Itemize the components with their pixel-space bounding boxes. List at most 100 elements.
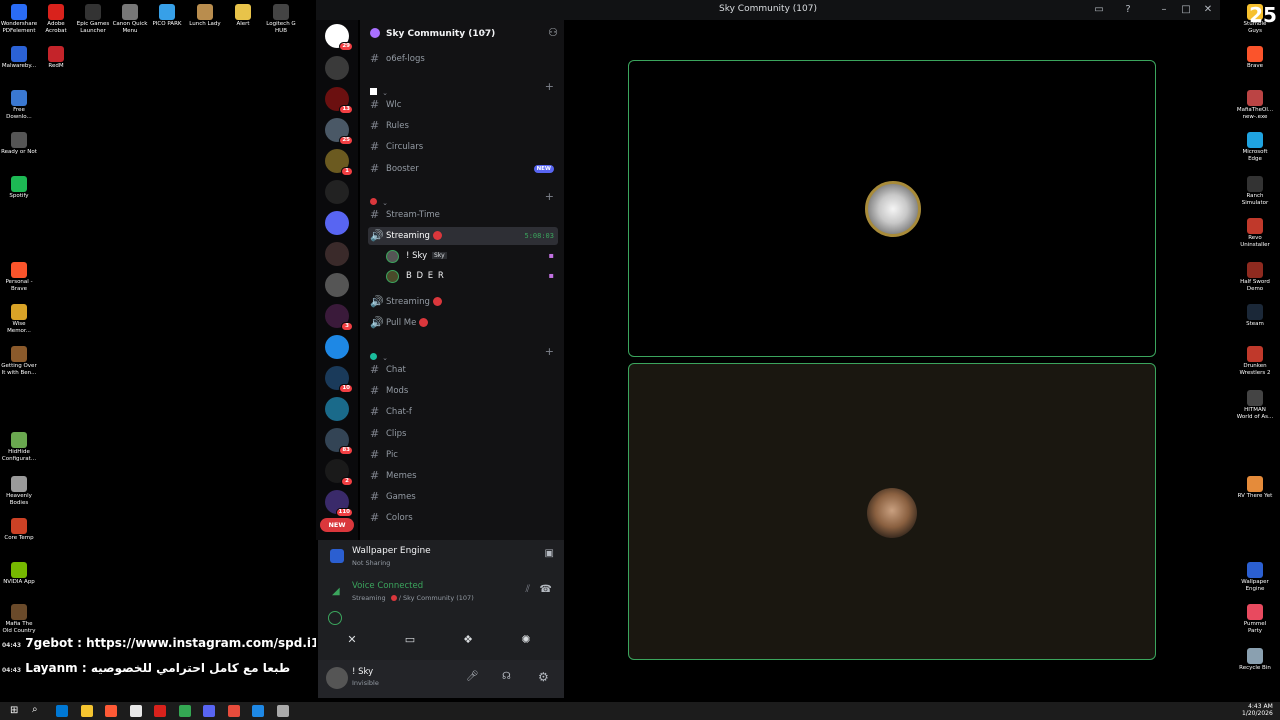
- desktop-icon[interactable]: Ranch Simulator: [1236, 176, 1274, 206]
- add-channel-icon[interactable]: +: [545, 80, 554, 93]
- desktop-icon[interactable]: Epic Games Launcher: [74, 4, 112, 34]
- server-icon[interactable]: 13: [325, 87, 353, 114]
- taskbar-app-icon[interactable]: [129, 705, 142, 717]
- search-icon[interactable]: ⌕: [32, 704, 38, 715]
- share-screen-icon[interactable]: ▣: [545, 548, 554, 559]
- new-servers-badge[interactable]: NEW: [320, 518, 354, 532]
- category-header[interactable]: ⌄ +: [370, 80, 560, 97]
- desktop-icon[interactable]: MafiaTheOl... new-.exe: [1236, 90, 1274, 120]
- inbox-icon[interactable]: ▭: [1093, 4, 1105, 16]
- text-channel[interactable]: # Chat-f: [368, 403, 558, 421]
- voice-channel-pull-me[interactable]: 🔊 Pull Me: [368, 314, 558, 332]
- desktop-icon[interactable]: Half Sword Demo: [1236, 262, 1274, 292]
- disconnect-icon[interactable]: ☎: [540, 584, 552, 595]
- desktop-icon[interactable]: Mafia The Old Country: [0, 604, 38, 634]
- text-channel[interactable]: # Memes: [368, 467, 558, 485]
- desktop-icon[interactable]: Heavenly Bodies: [0, 476, 38, 506]
- desktop-icon[interactable]: Ready or Not: [0, 132, 38, 156]
- desktop-icon[interactable]: Pummel Party: [1236, 604, 1274, 634]
- noise-suppression-icon[interactable]: ⫽: [526, 584, 530, 595]
- server-icon[interactable]: 3: [325, 304, 353, 331]
- taskbar-app-icon[interactable]: [80, 705, 93, 717]
- server-icon[interactable]: [325, 56, 349, 80]
- voice-channel-streaming-2[interactable]: 🔊 Streaming: [368, 293, 558, 311]
- desktop-icon[interactable]: Steam: [1236, 304, 1274, 328]
- text-channel[interactable]: # Games: [368, 488, 558, 506]
- desktop-icon[interactable]: Adobe Acrobat: [37, 4, 75, 34]
- camera-off-icon[interactable]: ✕: [338, 630, 366, 650]
- headphones-icon[interactable]: ☊: [502, 671, 511, 682]
- server-icon[interactable]: [325, 335, 349, 359]
- text-channel[interactable]: # Mods: [368, 382, 558, 400]
- server-icon[interactable]: [325, 211, 349, 235]
- screen-share-icon[interactable]: ▭: [396, 630, 424, 650]
- desktop-icon[interactable]: Recycle Bin: [1236, 648, 1274, 672]
- desktop-icon[interactable]: Malwareby...: [0, 46, 38, 70]
- desktop-icon[interactable]: Spotify: [0, 176, 38, 200]
- server-icon[interactable]: [325, 242, 349, 266]
- server-icon[interactable]: 10: [325, 366, 353, 393]
- clock[interactable]: 4:43 AM 1/20/2026: [1242, 703, 1273, 717]
- taskbar-app-icon[interactable]: [178, 705, 191, 717]
- desktop-icon[interactable]: HidHide Configurat...: [0, 432, 38, 462]
- server-icon[interactable]: [325, 397, 349, 421]
- desktop-icon[interactable]: Brave: [1236, 46, 1274, 70]
- server-icon[interactable]: 2: [325, 459, 353, 486]
- desktop-icon[interactable]: Core Temp: [0, 518, 38, 542]
- server-icon[interactable]: 83: [325, 428, 353, 455]
- guild-header[interactable]: Sky Community (107) ⌄ ⚇: [360, 20, 564, 48]
- taskbar-app-icon[interactable]: [227, 705, 240, 717]
- server-icon[interactable]: [325, 180, 349, 204]
- desktop-icon[interactable]: Wallpaper Engine: [1236, 562, 1274, 592]
- activities-icon[interactable]: ❖: [454, 630, 482, 650]
- add-member-icon[interactable]: ⚇: [548, 26, 558, 39]
- server-icon[interactable]: [325, 273, 349, 297]
- taskbar-app-icon[interactable]: [252, 705, 264, 717]
- add-channel-icon[interactable]: +: [545, 345, 554, 358]
- text-channel[interactable]: # Rules: [368, 117, 558, 135]
- help-icon[interactable]: ?: [1122, 4, 1134, 16]
- channel-stream-time[interactable]: # Stream-Time: [368, 206, 558, 224]
- participant-tile[interactable]: [628, 60, 1156, 357]
- desktop-icon[interactable]: Lunch Lady: [186, 4, 224, 28]
- desktop-icon[interactable]: Logitech G HUB: [262, 4, 300, 34]
- server-icon[interactable]: 25: [325, 118, 353, 145]
- close-icon[interactable]: ✕: [1202, 4, 1214, 16]
- category-header[interactable]: ⌄ +: [370, 345, 560, 362]
- text-channel[interactable]: # Clips: [368, 425, 558, 443]
- category-header[interactable]: ⌄ +: [370, 190, 560, 207]
- taskbar-app-icon[interactable]: [105, 705, 117, 717]
- desktop-icon[interactable]: RV There Yet: [1236, 476, 1274, 500]
- desktop-icon[interactable]: NVIDIA App: [0, 562, 38, 586]
- server-icon[interactable]: 1: [325, 149, 353, 176]
- avatar[interactable]: [326, 667, 348, 689]
- desktop-icon[interactable]: Free Downlo...: [0, 90, 38, 120]
- participant-tile[interactable]: [628, 363, 1156, 660]
- desktop-icon[interactable]: Personal - Brave: [0, 262, 38, 292]
- taskbar-app-icon[interactable]: [203, 705, 215, 717]
- settings-gear-icon[interactable]: ⚙: [538, 670, 549, 684]
- minimize-icon[interactable]: –: [1158, 4, 1170, 16]
- server-icon[interactable]: 110: [325, 490, 353, 517]
- desktop-icon[interactable]: Wise Memor...: [0, 304, 38, 334]
- taskbar-app-icon[interactable]: [276, 705, 289, 717]
- voice-member[interactable]: ! Sky Sky ▪: [386, 248, 558, 266]
- channel-logs[interactable]: # o6ef-logs: [368, 50, 558, 68]
- text-channel[interactable]: # Circulars: [368, 138, 558, 156]
- voice-member[interactable]: B D E R ▪: [386, 268, 558, 286]
- home-button[interactable]: 29: [325, 24, 353, 51]
- desktop-icon[interactable]: Microsoft Edge: [1236, 132, 1274, 162]
- text-channel[interactable]: # Pic: [368, 446, 558, 464]
- voice-channel-streaming[interactable]: 🔊 Streaming 5:08:03: [368, 227, 558, 245]
- text-channel[interactable]: # Wlc: [368, 96, 558, 114]
- desktop-icon[interactable]: RedM: [37, 46, 75, 70]
- microphone-icon[interactable]: 🎤︎: [466, 671, 479, 682]
- maximize-icon[interactable]: □: [1180, 4, 1192, 16]
- taskbar-app-icon[interactable]: [56, 705, 68, 717]
- add-channel-icon[interactable]: +: [545, 190, 554, 203]
- text-channel[interactable]: # Chat: [368, 361, 558, 379]
- windows-start-icon[interactable]: ⊞: [10, 705, 18, 716]
- desktop-icon[interactable]: Wondershare PDFelement: [0, 4, 38, 34]
- taskbar-app-icon[interactable]: [154, 705, 166, 717]
- desktop-icon[interactable]: HITMAN World of As...: [1236, 390, 1274, 420]
